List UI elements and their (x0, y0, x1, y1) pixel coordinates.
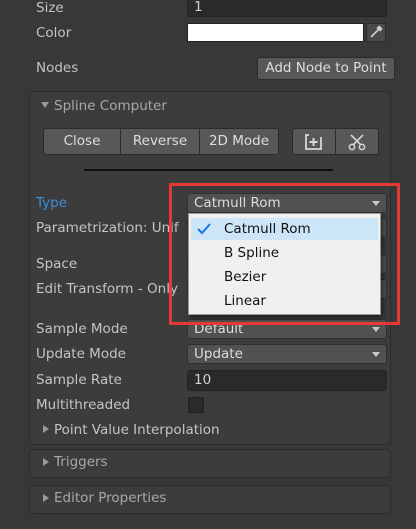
add-point-icon-button[interactable] (292, 128, 336, 155)
point-value-interpolation-arrow[interactable] (43, 425, 49, 433)
edit-transform-label: Edit Transform - Only (36, 281, 178, 297)
add-node-to-point-button[interactable]: Add Node to Point (257, 57, 395, 80)
eyedropper-icon[interactable] (366, 23, 386, 42)
editor-properties-title[interactable]: Editor Properties (54, 490, 166, 506)
spline-computer-title[interactable]: Spline Computer (54, 98, 167, 114)
highlight-box (169, 183, 400, 325)
divider (84, 169, 333, 171)
color-swatch[interactable] (187, 23, 364, 42)
close-button[interactable]: Close (43, 128, 121, 155)
spline-computer-foldout-arrow[interactable] (41, 102, 49, 108)
color-label: Color (36, 25, 72, 41)
update-mode-dropdown[interactable]: Update (187, 344, 387, 364)
triggers-foldout-arrow[interactable] (43, 458, 49, 466)
parametrization-label: Parametrization: Unif (36, 220, 179, 236)
scissors-icon[interactable] (335, 128, 379, 155)
chevron-down-icon (372, 352, 380, 357)
sample-mode-label: Sample Mode (36, 321, 128, 337)
triggers-title[interactable]: Triggers (54, 454, 108, 470)
nodes-label: Nodes (36, 60, 79, 76)
reverse-button[interactable]: Reverse (120, 128, 200, 155)
multithreaded-checkbox[interactable] (188, 397, 204, 413)
point-value-interpolation-foldout[interactable]: Point Value Interpolation (54, 422, 220, 438)
editor-properties-foldout-arrow[interactable] (43, 494, 49, 502)
2d-mode-button[interactable]: 2D Mode (199, 128, 279, 155)
size-field[interactable]: 1 (187, 0, 387, 17)
sample-rate-label: Sample Rate (36, 372, 122, 388)
type-label: Type (36, 195, 68, 211)
size-label: Size (36, 0, 64, 16)
update-mode-value: Update (194, 346, 243, 362)
chevron-down-icon (372, 327, 380, 332)
update-mode-label: Update Mode (36, 346, 126, 362)
multithreaded-label: Multithreaded (36, 397, 131, 413)
sample-rate-field[interactable]: 10 (187, 370, 387, 391)
space-label: Space (36, 256, 78, 272)
